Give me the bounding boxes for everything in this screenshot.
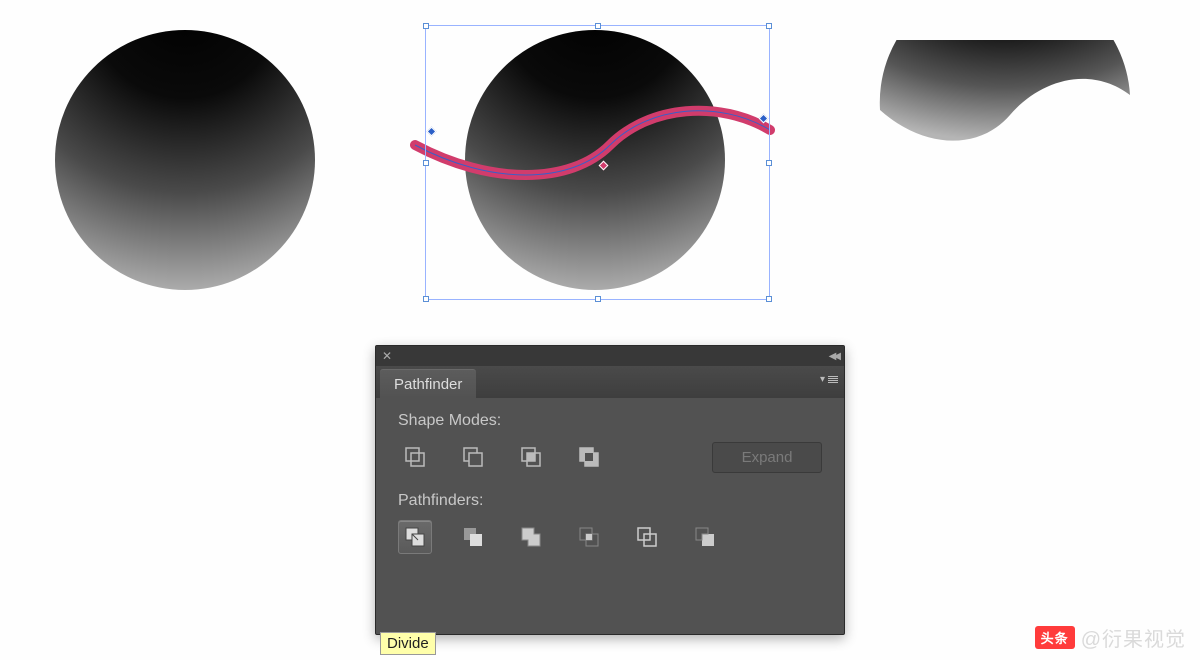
panel-menu-icon[interactable]: ▾ xyxy=(820,374,838,385)
shape-modes-label: Shape Modes: xyxy=(398,412,822,430)
resize-handle[interactable] xyxy=(766,296,772,302)
selection-bounding-box[interactable] xyxy=(425,25,770,300)
pathfinders-row xyxy=(398,520,822,554)
canvas-area[interactable] xyxy=(0,0,1200,340)
resize-handle[interactable] xyxy=(595,23,601,29)
tab-pathfinder[interactable]: Pathfinder xyxy=(380,369,476,398)
exclude-button[interactable] xyxy=(572,440,606,474)
panel-tabs: Pathfinder ▾ xyxy=(376,366,844,398)
resize-handle[interactable] xyxy=(423,23,429,29)
merge-button[interactable] xyxy=(514,520,548,554)
collapse-icon[interactable]: ◀◀ xyxy=(829,351,838,362)
resize-handle[interactable] xyxy=(595,296,601,302)
resize-handle[interactable] xyxy=(766,160,772,166)
pathfinder-panel: ✕ ◀◀ Pathfinder ▾ Shape Modes: Expand Pa… xyxy=(375,345,845,635)
outline-button[interactable] xyxy=(630,520,664,554)
tooltip: Divide xyxy=(380,632,436,655)
intersect-button[interactable] xyxy=(514,440,548,474)
shape-modes-row: Expand xyxy=(398,440,822,474)
watermark-badge: 头条 xyxy=(1035,626,1075,649)
expand-button: Expand xyxy=(712,442,822,473)
resize-handle[interactable] xyxy=(423,296,429,302)
divide-button[interactable] xyxy=(398,520,432,554)
panel-titlebar[interactable]: ✕ ◀◀ xyxy=(376,346,844,366)
resize-handle[interactable] xyxy=(766,23,772,29)
unite-button[interactable] xyxy=(398,440,432,474)
trim-button[interactable] xyxy=(456,520,490,554)
gradient-circle-step1[interactable] xyxy=(55,30,315,290)
close-icon[interactable]: ✕ xyxy=(382,349,392,363)
watermark-text: @衍果视觉 xyxy=(1081,623,1186,652)
resize-handle[interactable] xyxy=(423,160,429,166)
minus-back-button[interactable] xyxy=(688,520,722,554)
minus-front-button[interactable] xyxy=(456,440,490,474)
watermark: 头条 @衍果视觉 xyxy=(1035,623,1186,652)
divided-shape-result[interactable] xyxy=(870,40,1150,180)
pathfinders-label: Pathfinders: xyxy=(398,492,822,510)
crop-button[interactable] xyxy=(572,520,606,554)
